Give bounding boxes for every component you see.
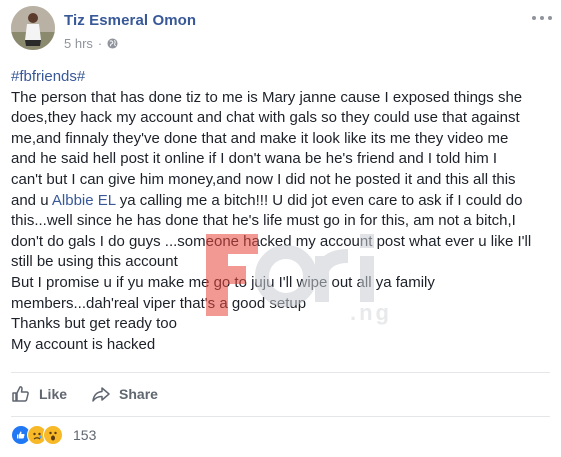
post-text-line: members...dah'real viper that's a good s… — [11, 294, 307, 312]
reaction-count: 153 — [73, 427, 97, 443]
avatar-photo — [11, 6, 55, 50]
hashtag-link[interactable]: #fbfriends# — [11, 67, 551, 88]
post-text-line: Thanks but get ready too — [11, 315, 177, 333]
like-button[interactable]: Like — [11, 380, 67, 408]
mention-link[interactable]: Albbie EL — [52, 192, 116, 209]
post-text: #fbfriends# The person that has done tiz … — [11, 67, 551, 355]
facebook-post: Tiz Esmeral Omon 5 hrs · #fbfriends# The … — [0, 0, 561, 457]
share-arrow-icon — [92, 387, 110, 402]
post-text-line: The person that has done tiz to me is Ma… — [11, 88, 523, 106]
post-text-line: But I promise u if yu make me go to juju… — [11, 273, 435, 291]
post-text-segment: and u — [11, 191, 52, 209]
author-name[interactable]: Tiz Esmeral Omon — [64, 12, 196, 29]
divider — [11, 372, 550, 373]
post-text-line: does,they hack my account and chat with … — [11, 109, 520, 127]
post-text-segment: ya calling me a bitch!!! U did jot even … — [115, 191, 523, 209]
more-options-icon[interactable] — [532, 12, 552, 24]
share-button[interactable]: Share — [91, 380, 158, 408]
post-text-line: My account is hacked — [11, 335, 156, 353]
wow-reaction-icon — [43, 425, 63, 445]
thumbs-up-icon — [12, 386, 29, 402]
post-time[interactable]: 5 hrs — [64, 36, 93, 51]
post-text-line: and he said hell post it online if I don… — [11, 150, 498, 168]
post-meta: 5 hrs · — [64, 36, 118, 51]
reactions-summary[interactable]: 153 — [11, 425, 96, 445]
share-label: Share — [119, 386, 158, 402]
action-bar: Like Share — [11, 380, 158, 408]
like-label: Like — [39, 386, 68, 402]
globe-icon[interactable] — [107, 38, 118, 49]
post-text-line: still be using this account — [11, 253, 178, 271]
divider — [11, 416, 550, 417]
post-text-line: and u Albbie EL ya calling me a bitch!!!… — [11, 191, 551, 212]
post-text-line: me,and finnaly they've done that and mak… — [11, 129, 509, 147]
post-text-line: don't do gals I do guys ...someone hacke… — [11, 232, 532, 250]
author-avatar[interactable] — [11, 6, 55, 50]
post-text-line: can't but I can give him money,and now I… — [11, 170, 516, 188]
post-text-line: this...well since he has done that he's … — [11, 212, 516, 230]
